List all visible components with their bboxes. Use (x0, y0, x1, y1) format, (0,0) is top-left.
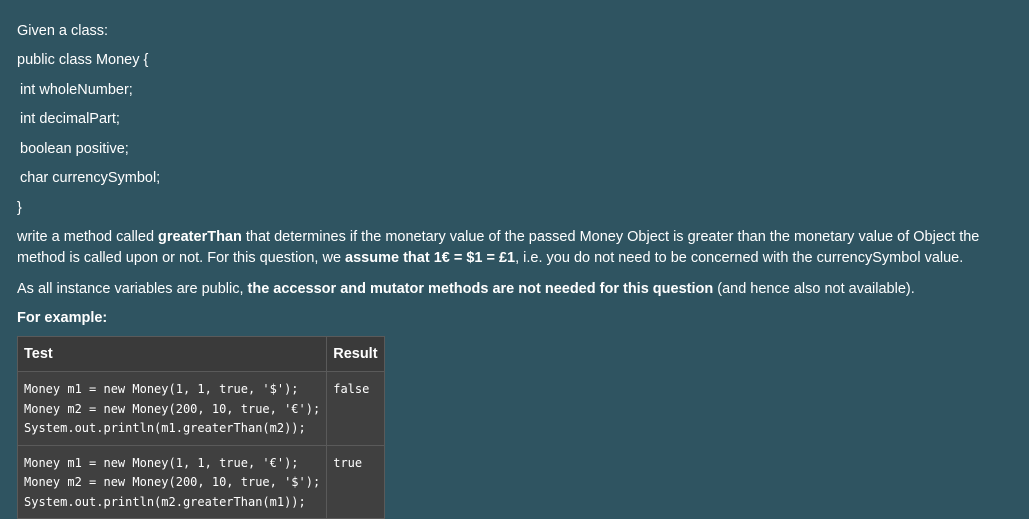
table-header-row: Test Result (16, 336, 385, 372)
field-whole-number: int wholeNumber; (20, 82, 133, 98)
class-closing-brace: } (17, 200, 22, 216)
test-code-cell: Money m1 = new Money(1, 1, true, '$'); M… (16, 371, 328, 446)
result-column-header: Result (326, 336, 385, 372)
table-row: Money m1 = new Money(1, 1, true, '$'); M… (16, 371, 385, 446)
description-text: write a method called (17, 229, 159, 245)
currency-assumption-emphasis: assume that 1€ = $1 = £1 (345, 250, 516, 266)
class-declaration-line: public class Money { (17, 52, 149, 68)
test-column-header: Test (16, 336, 328, 372)
field-currency-symbol: char currencySymbol; (20, 170, 161, 186)
intro-text: Given a class: (17, 23, 109, 39)
note-text: (and hence also not available). (713, 281, 915, 297)
description-text: , i.e. you do not need to be concerned w… (515, 250, 964, 266)
example-heading: For example: (17, 310, 108, 326)
result-cell: true (326, 444, 385, 519)
examples-table: Test Result Money m1 = new Money(1, 1, t… (16, 336, 385, 519)
accessor-note: As all instance variables are public, th… (17, 279, 1022, 300)
field-decimal-part: int decimalPart; (20, 111, 120, 127)
table-row: Money m1 = new Money(1, 1, true, '€'); M… (16, 444, 385, 519)
method-description: write a method called greaterThan that d… (17, 227, 1022, 269)
field-positive: boolean positive; (20, 141, 129, 157)
note-text: As all instance variables are public, (17, 281, 248, 297)
test-code-cell: Money m1 = new Money(1, 1, true, '€'); M… (16, 444, 328, 519)
method-name-emphasis: greaterThan (158, 229, 242, 245)
result-cell: false (326, 371, 385, 446)
accessor-note-emphasis: the accessor and mutator methods are not… (247, 281, 714, 297)
